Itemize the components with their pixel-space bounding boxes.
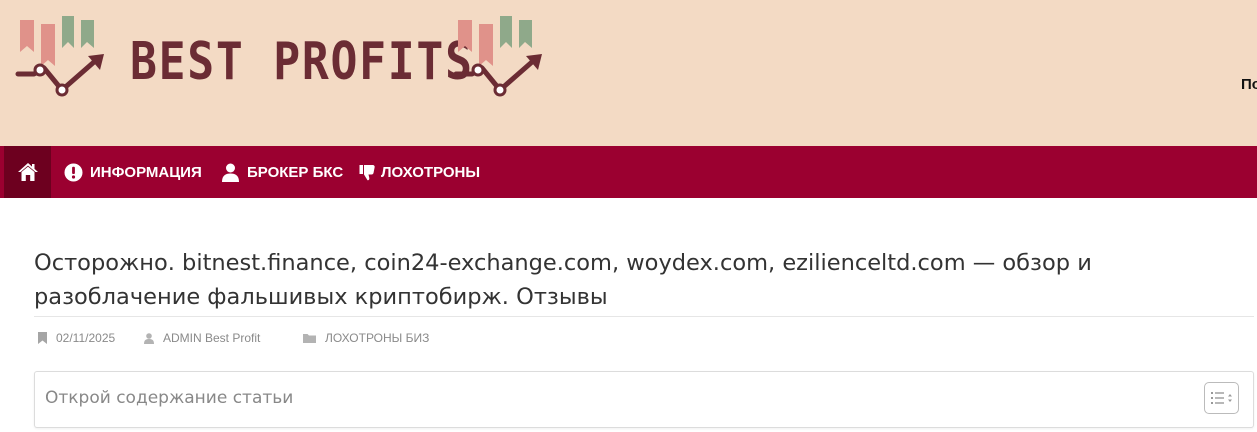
exclamation-circle-icon: [64, 163, 83, 182]
nav-home-button[interactable]: [4, 146, 51, 198]
user-icon: [144, 332, 154, 344]
thumbs-down-icon: [359, 164, 376, 181]
nav-item-label: БРОКЕР БКС: [247, 163, 344, 181]
post-author[interactable]: ADMIN Best Profit: [144, 330, 260, 346]
logo-chart-icon-right: [453, 16, 542, 97]
user-icon: [221, 163, 240, 182]
logo-text: BEST PROFITS: [130, 32, 474, 92]
toc-title[interactable]: Открой содержание статьи: [45, 388, 293, 408]
nav-item-information[interactable]: ИНФОРМАЦИЯ: [64, 146, 202, 198]
post-author-text: ADMIN Best Profit: [163, 331, 261, 345]
folder-icon: [303, 333, 316, 343]
post-category-text: ЛОХОТРОНЫ БИЗ: [325, 331, 430, 345]
logo-chart-icon-left: [15, 16, 104, 97]
post-date-text: 02/11/2025: [56, 331, 116, 345]
bookmark-icon: [38, 332, 47, 344]
main-navigation: ИНФОРМАЦИЯ БРОКЕР БКС ЛОХОТРОНЫ: [0, 146, 1257, 198]
site-header: BEST PROFITS По: [0, 0, 1257, 146]
post-category[interactable]: ЛОХОТРОНЫ БИЗ: [303, 330, 429, 346]
nav-item-label: ИНФОРМАЦИЯ: [90, 163, 202, 181]
post-date[interactable]: 02/11/2025: [38, 330, 115, 346]
nav-item-broker-bks[interactable]: БРОКЕР БКС: [221, 146, 343, 198]
nav-item-scams[interactable]: ЛОХОТРОНЫ: [359, 146, 480, 198]
title-divider: [34, 316, 1254, 317]
table-of-contents: Открой содержание статьи: [34, 371, 1254, 428]
site-logo[interactable]: BEST PROFITS: [14, 14, 554, 100]
nav-item-label: ЛОХОТРОНЫ: [381, 163, 481, 181]
list-toggle-icon: [1210, 392, 1232, 404]
home-icon: [17, 163, 38, 181]
toc-toggle-button[interactable]: [1204, 382, 1239, 414]
article-title: Осторожно. bitnest.finance, coin24-excha…: [34, 250, 1092, 310]
header-search-hint: По: [1241, 76, 1257, 93]
